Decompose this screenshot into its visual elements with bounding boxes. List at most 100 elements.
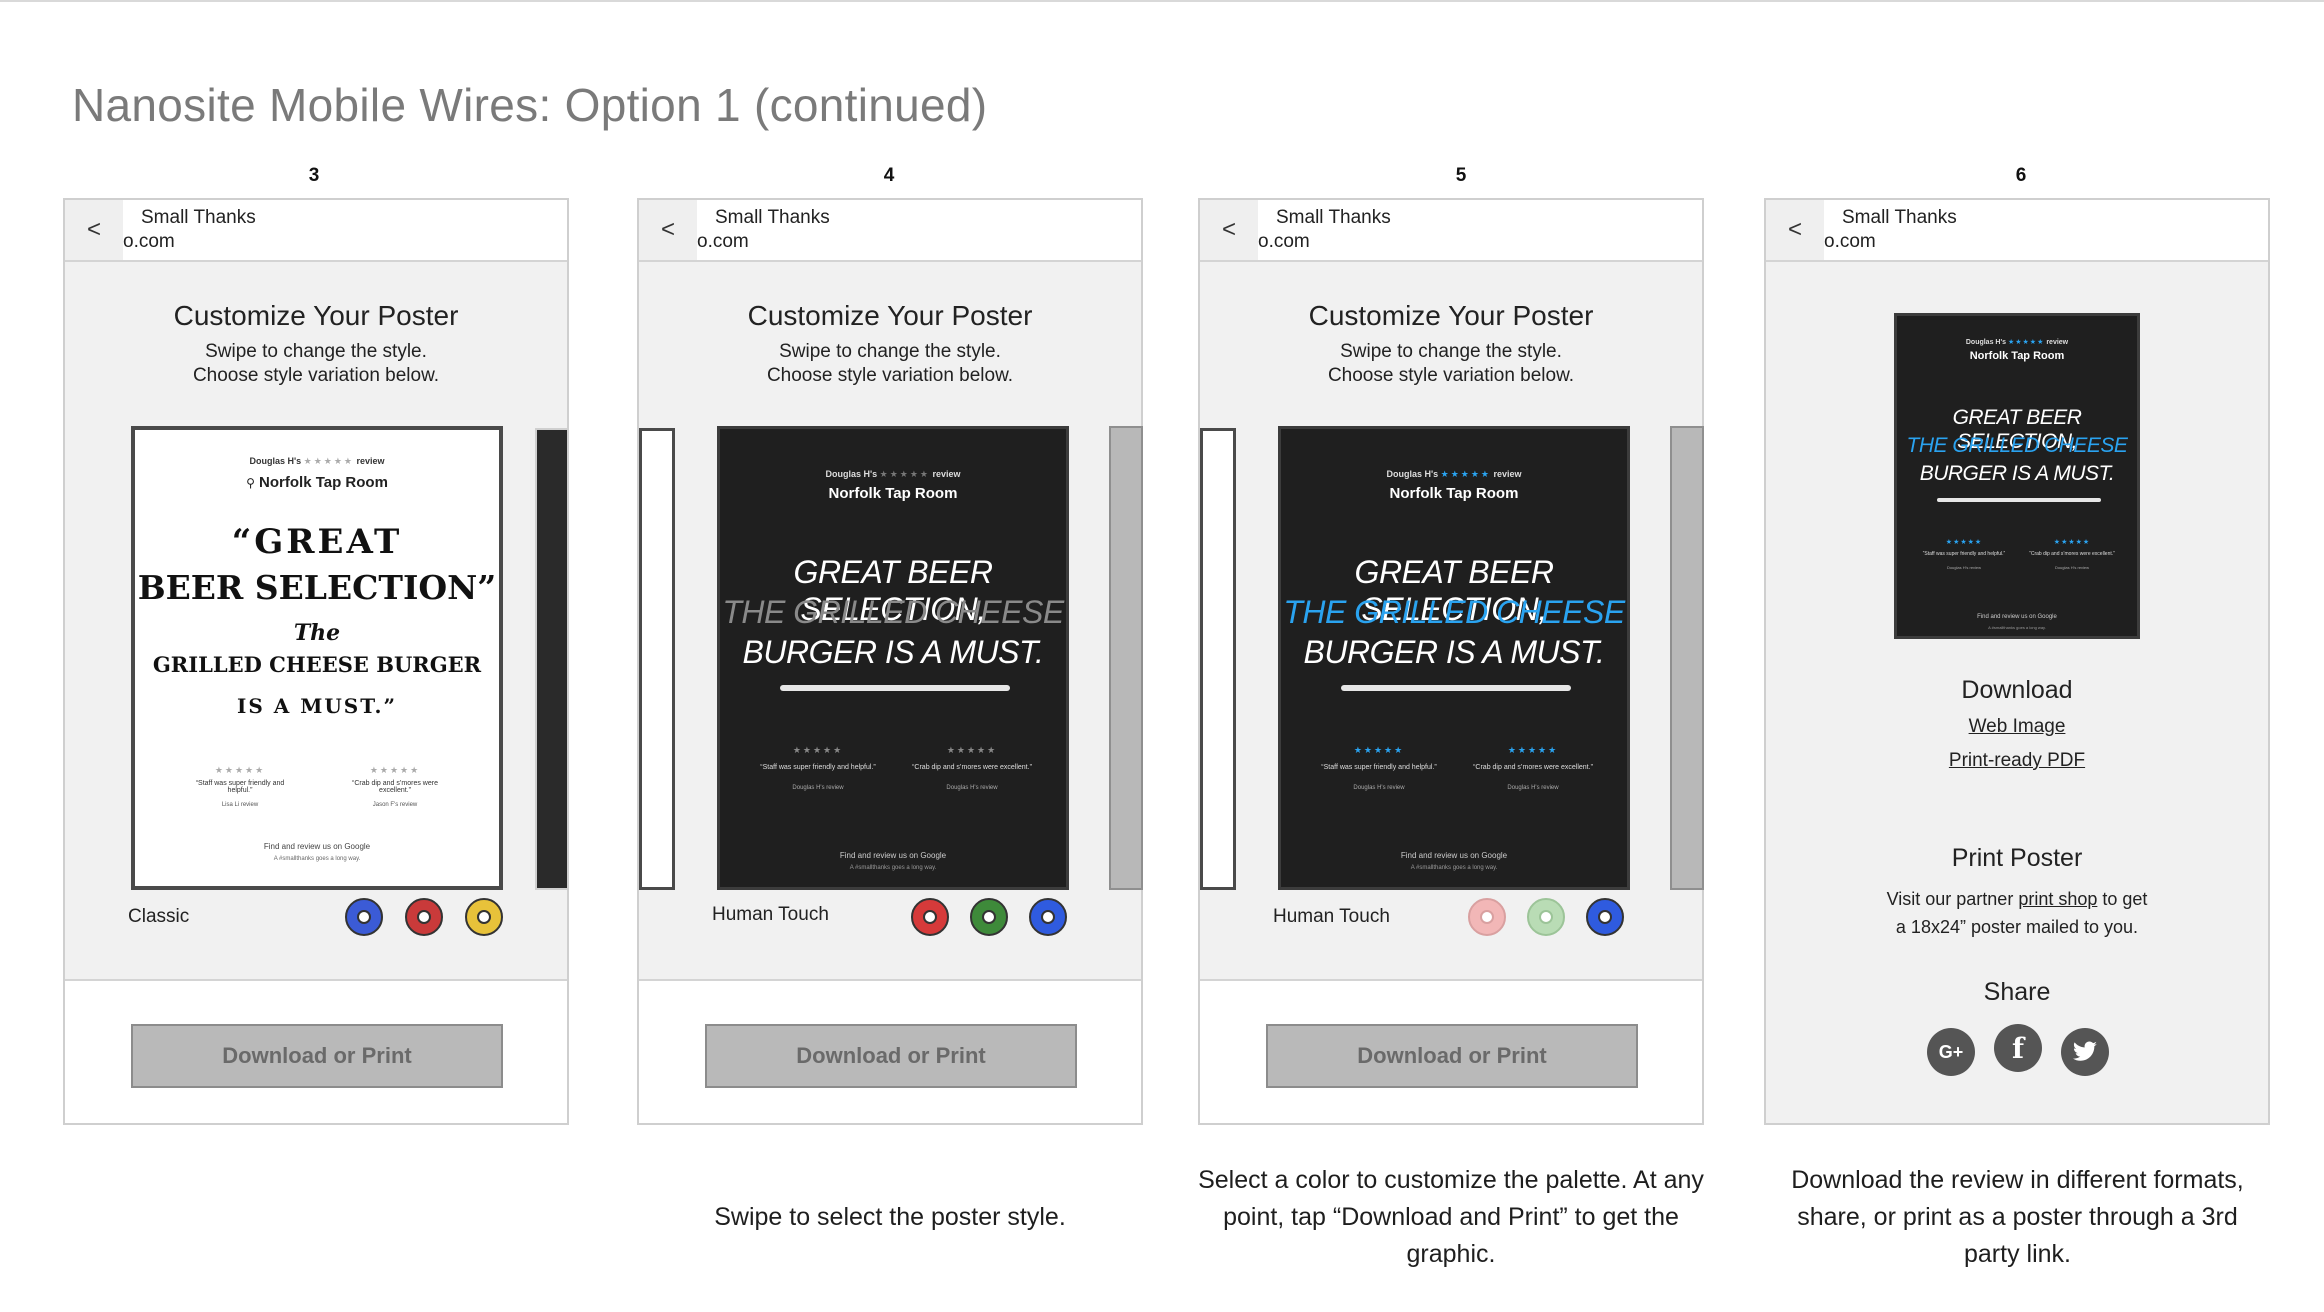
site-url-line-2: o.com — [123, 231, 175, 252]
poster-tagline: A #smallthanks goes a long way. — [273, 856, 361, 862]
site-url-line-1: Small Thanks — [141, 207, 256, 228]
instruction-line-2: Choose style variation below. — [192, 365, 440, 386]
sub-author: Douglas H's review — [1946, 565, 1982, 570]
site-url-line-2: o.com — [1258, 231, 1310, 252]
google-plus-icon[interactable]: G+ — [1927, 1028, 1975, 1076]
share-heading: Share — [1983, 978, 2051, 1006]
instruction-line-2: Choose style variation below. — [766, 365, 1014, 386]
final-poster-thumbnail: Douglas H's ★★★★★ review Norfolk Tap Roo… — [1894, 313, 2140, 639]
back-button[interactable]: < — [1200, 200, 1258, 260]
color-swatch-red[interactable] — [405, 898, 443, 936]
sub-stars: ★★★★★ — [214, 765, 266, 775]
download-or-print-button[interactable]: Download or Print — [131, 1024, 503, 1088]
customize-title: Customize Your Poster — [1308, 300, 1594, 331]
caption-step-4: Swipe to select the poster style. — [714, 1203, 1066, 1231]
color-swatch-blue-selected[interactable] — [1586, 898, 1624, 936]
instruction-line-2: Choose style variation below. — [1327, 365, 1575, 386]
print-poster-heading: Print Poster — [1951, 844, 2083, 872]
sub-author: Douglas H's review — [1507, 785, 1559, 791]
sub-author: Douglas H's review — [1353, 785, 1405, 791]
twitter-icon[interactable] — [2061, 1028, 2109, 1076]
download-or-print-button[interactable]: Download or Print — [705, 1024, 1077, 1088]
browser-bar: < Small Thanks o.com — [65, 200, 567, 262]
location-pin-icon: ⚲ — [246, 476, 255, 490]
color-swatch-red-light[interactable] — [1468, 898, 1506, 936]
back-button[interactable]: < — [1766, 200, 1824, 260]
browser-bar: < Small Thanks o.com — [1200, 200, 1702, 262]
poster-review-word: review — [932, 469, 961, 479]
customize-title: Customize Your Poster — [747, 300, 1033, 331]
poster-footer: Find and review us on Google — [839, 851, 947, 860]
color-swatch-blue[interactable] — [345, 898, 383, 936]
print-ready-pdf-link[interactable]: Print-ready PDF — [1949, 750, 2085, 771]
step-number: 6 — [2015, 165, 2027, 186]
customize-instructions: Swipe to change the style. Choose style … — [1200, 340, 1702, 388]
poster-reviewer-line: Douglas H's ★★★★★ review — [135, 456, 499, 467]
poster-reviewer: Douglas H's — [1965, 339, 2007, 346]
poster-reviewer: Douglas H's — [1386, 469, 1439, 479]
color-swatch-green-light[interactable] — [1527, 898, 1565, 936]
poster-quote-line-2: THE GRILLED CHEESE — [722, 594, 1064, 630]
sub-quote: “Crab dip and s’mores were excellent.” — [352, 780, 438, 794]
previous-style-peek[interactable] — [639, 428, 675, 890]
poster-stars: ★★★★★ — [1440, 469, 1491, 479]
poster-footer: Find and review us on Google — [1400, 851, 1508, 860]
color-swatch-green[interactable] — [970, 898, 1008, 936]
sub-quote: “Crab dip and s’mores were excellent.” — [1473, 764, 1593, 771]
color-swatch-yellow[interactable] — [465, 898, 503, 936]
classic-word-beer-selection: BEER SELECTION” — [137, 568, 497, 607]
browser-bar: < Small Thanks o.com — [639, 200, 1141, 262]
step-number: 5 — [1455, 165, 1467, 186]
next-style-peek[interactable] — [1109, 426, 1143, 890]
facebook-icon[interactable]: f — [1994, 1024, 2042, 1072]
sub-author: Douglas H's review — [792, 785, 844, 791]
caption-step-6: Download the review in different formats… — [1791, 1166, 2244, 1268]
phone-frame-step-5: < Small Thanks o.com Customize Your Post… — [1198, 198, 1704, 1125]
site-url-line-1: Small Thanks — [1842, 207, 1957, 228]
poster-preview-classic[interactable]: Douglas H's ★★★★★ review ⚲ Norfolk Tap R… — [131, 426, 503, 890]
sub-quote: “Staff was super friendly and helpful.” — [195, 780, 285, 794]
poster-quote-line-2: THE GRILLED CHEESE — [1283, 594, 1625, 630]
poster-preview-human-touch[interactable]: Douglas H's ★★★★★ review Norfolk Tap Roo… — [717, 426, 1069, 890]
customize-panel: Customize Your Poster Swipe to change th… — [639, 262, 1143, 981]
poster-reviewer-line: Douglas H's ★★★★★ review — [1897, 338, 2137, 346]
customize-panel: Customize Your Poster Swipe to change th… — [65, 262, 569, 981]
sub-stars: ★★★★★ — [946, 745, 998, 755]
web-image-link-row: Web Image — [1766, 716, 2268, 738]
poster-venue: Norfolk Tap Room — [828, 485, 958, 502]
back-button[interactable]: < — [639, 200, 697, 260]
instruction-line-1: Swipe to change the style. — [1340, 341, 1562, 362]
brush-stroke-divider — [1937, 498, 2101, 502]
sub-review-right: ★★★★★ “Crab dip and s’mores were excelle… — [1473, 745, 1593, 791]
previous-style-peek[interactable] — [1200, 428, 1236, 890]
sub-stars: ★★★★★ — [2053, 539, 2091, 546]
sub-quote: “Crab dip and s’mores were excellent.” — [2029, 551, 2115, 557]
poster-quote-line-3: BURGER IS A MUST. — [1919, 462, 2115, 485]
sub-quote: “Staff was super friendly and helpful.” — [760, 764, 876, 771]
print-shop-link[interactable]: print shop — [2018, 889, 2097, 909]
phone-frame-step-6: < Small Thanks o.com Douglas H's ★★★★★ r… — [1764, 198, 2270, 1125]
phone-frame-step-3: < Small Thanks o.com Customize Your Post… — [63, 198, 569, 1125]
sub-review-right: ★★★★★ “Crab dip and s’mores were excelle… — [912, 745, 1032, 791]
poster-reviewer-line: Douglas H's ★★★★★ review — [720, 469, 1066, 480]
style-name: Human Touch — [712, 904, 829, 925]
next-style-peek[interactable] — [535, 428, 569, 890]
poster-quote-line-2: THE GRILLED CHEESE — [1906, 434, 2128, 457]
poster-preview-human-touch-blue[interactable]: Douglas H's ★★★★★ review Norfolk Tap Roo… — [1278, 426, 1630, 890]
sub-author: Lisa Li review — [221, 802, 259, 808]
poster-venue: Norfolk Tap Room — [1389, 485, 1519, 502]
top-divider — [0, 0, 2324, 2]
next-style-peek[interactable] — [1670, 426, 1704, 890]
color-swatch-red[interactable] — [911, 898, 949, 936]
sub-stars: ★★★★★ — [792, 745, 844, 755]
classic-word-the: The — [293, 620, 341, 646]
color-swatch-blue[interactable] — [1029, 898, 1067, 936]
poster-venue: Norfolk Tap Room — [259, 474, 388, 491]
sub-review-right: ★★★★★ “Crab dip and s’mores were excelle… — [340, 765, 450, 808]
download-or-print-button[interactable]: Download or Print — [1266, 1024, 1638, 1088]
sub-review-right: ★★★★★ “Crab dip and s’mores were excelle… — [2027, 538, 2117, 570]
back-button[interactable]: < — [65, 200, 123, 260]
print-text-b: to get — [2097, 889, 2148, 909]
web-image-link[interactable]: Web Image — [1969, 716, 2066, 737]
classic-word-must: IS A MUST.” — [236, 694, 398, 718]
